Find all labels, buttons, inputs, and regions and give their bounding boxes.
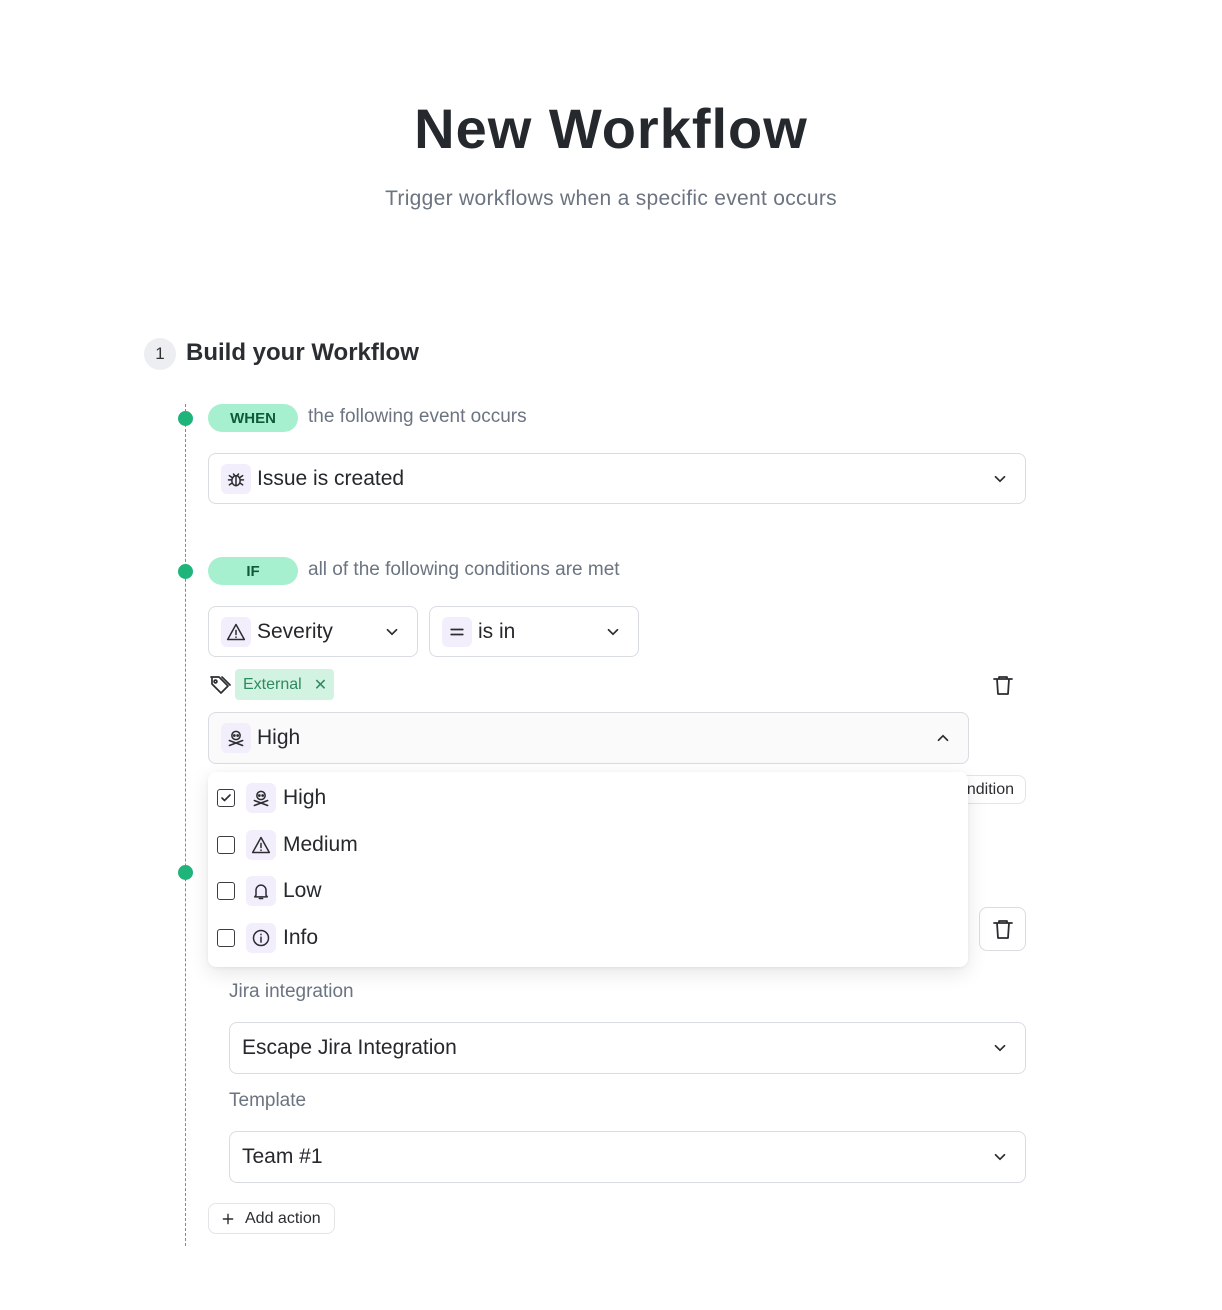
- warning-triangle-icon: [246, 830, 276, 860]
- skull-icon: [246, 783, 276, 813]
- chevron-down-icon: [994, 475, 1006, 482]
- when-description: the following event occurs: [308, 406, 527, 427]
- trash-icon: [992, 920, 1013, 939]
- tag-chip-label: External: [243, 675, 302, 693]
- tag-chip-external: External ✕: [235, 669, 334, 700]
- timeline-line: [185, 404, 186, 1246]
- checkbox-checked[interactable]: [217, 789, 235, 807]
- template-label: Template: [229, 1090, 307, 1111]
- add-action-button[interactable]: Add action: [208, 1203, 335, 1234]
- template-select[interactable]: Team #1: [229, 1131, 1026, 1183]
- jira-integration-label: Jira integration: [229, 981, 354, 1002]
- dropdown-option-label: Medium: [283, 833, 358, 856]
- step-title: Build your Workflow: [186, 339, 419, 366]
- event-select[interactable]: Issue is created: [208, 453, 1026, 504]
- condition-operator-select[interactable]: is in: [429, 606, 639, 657]
- timeline-dot-then: [178, 865, 193, 880]
- plus-icon: [222, 1213, 234, 1224]
- dropdown-option-info[interactable]: Info: [208, 918, 968, 958]
- warning-triangle-icon: [221, 616, 251, 647]
- if-pill: IF: [208, 557, 298, 585]
- info-circle-icon: [246, 923, 276, 953]
- page-title: New Workflow: [414, 97, 808, 160]
- dropdown-option-high[interactable]: High: [208, 778, 968, 818]
- timeline-dot-if: [178, 564, 193, 579]
- condition-values-value: High: [257, 726, 301, 749]
- close-icon[interactable]: ✕: [314, 675, 327, 695]
- tag-icon: [210, 676, 231, 694]
- equals-icon: [442, 616, 472, 647]
- jira-integration-select[interactable]: Escape Jira Integration: [229, 1022, 1026, 1074]
- page-subtitle: Trigger workflows when a specific event …: [385, 187, 837, 210]
- dropdown-option-label: Info: [283, 926, 319, 949]
- checkbox-unchecked[interactable]: [217, 882, 235, 900]
- chevron-down-icon: [994, 1153, 1006, 1161]
- condition-operator-value: is in: [478, 619, 516, 643]
- dropdown-option-label: High: [283, 786, 327, 809]
- severity-dropdown-menu: High Medium Low Info: [208, 772, 968, 967]
- when-pill: WHEN: [208, 404, 298, 432]
- condition-field-select[interactable]: Severity: [208, 606, 418, 657]
- trash-icon[interactable]: [991, 673, 1015, 697]
- check-icon: [221, 794, 231, 802]
- template-value: Team #1: [242, 1145, 323, 1168]
- chevron-down-icon: [386, 628, 398, 635]
- checkbox-unchecked[interactable]: [217, 929, 235, 947]
- step-number-badge: 1: [144, 338, 176, 370]
- timeline-dot-when: [178, 411, 193, 426]
- bug-icon: [221, 463, 251, 494]
- event-select-value: Issue is created: [257, 466, 405, 490]
- dropdown-option-low[interactable]: Low: [208, 871, 968, 911]
- chevron-down-icon: [607, 628, 619, 635]
- skull-icon: [221, 723, 251, 753]
- dropdown-option-label: Low: [283, 879, 322, 902]
- condition-values-select[interactable]: High: [208, 712, 969, 764]
- add-action-label: Add action: [245, 1209, 321, 1227]
- checkbox-unchecked[interactable]: [217, 836, 235, 854]
- if-description: all of the following conditions are met: [308, 559, 620, 580]
- condition-field-value: Severity: [257, 619, 333, 643]
- jira-integration-value: Escape Jira Integration: [242, 1036, 457, 1059]
- delete-action-button[interactable]: [979, 907, 1026, 951]
- add-condition-label: ndition: [966, 780, 1014, 798]
- dropdown-option-medium[interactable]: Medium: [208, 825, 968, 865]
- chevron-up-icon: [937, 734, 949, 742]
- chevron-down-icon: [994, 1044, 1006, 1052]
- bell-icon: [246, 876, 276, 906]
